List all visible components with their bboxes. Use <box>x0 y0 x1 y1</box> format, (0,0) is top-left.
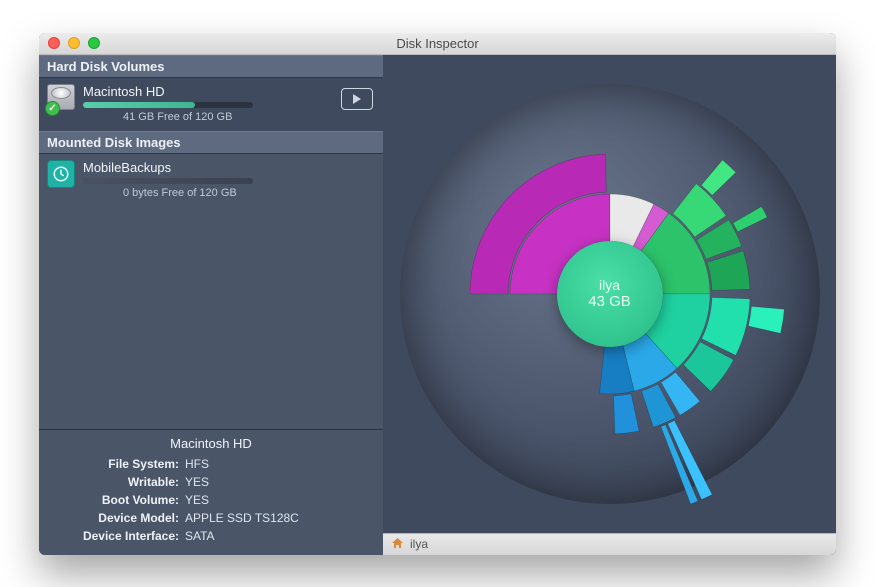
details-key: Boot Volume: <box>49 491 179 509</box>
sunburst-segment[interactable] <box>732 206 766 231</box>
details-value: YES <box>185 473 209 491</box>
verified-check-icon: ✓ <box>45 101 60 116</box>
volume-row[interactable]: ✓ Macintosh HD 41 GB Free of 120 GB <box>39 78 383 131</box>
window-title: Disk Inspector <box>39 36 836 51</box>
volume-info: MobileBackups 0 bytes Free of 120 GB <box>83 160 375 199</box>
window-body: Hard Disk Volumes ✓ Macintosh HD 41 GB F… <box>39 55 836 555</box>
sunburst-segment[interactable] <box>748 306 784 333</box>
sunburst-segment[interactable] <box>707 250 750 290</box>
volume-free-text: 0 bytes Free of 120 GB <box>83 187 375 199</box>
details-row: Device Interface: SATA <box>49 527 373 545</box>
chart-center[interactable]: ilya 43 GB <box>557 241 663 347</box>
scan-button[interactable] <box>341 88 373 110</box>
details-row: Writable: YES <box>49 473 373 491</box>
volume-name: Macintosh HD <box>83 84 375 99</box>
app-window: Disk Inspector Hard Disk Volumes ✓ Macin… <box>39 33 836 555</box>
details-key: Writable: <box>49 473 179 491</box>
main-pane: ilya 43 GB ilya <box>383 55 836 555</box>
hard-drive-icon: ✓ <box>47 84 75 114</box>
sidebar: Hard Disk Volumes ✓ Macintosh HD 41 GB F… <box>39 55 383 555</box>
details-value: SATA <box>185 527 215 545</box>
details-key: Device Interface: <box>49 527 179 545</box>
section-header-volumes: Hard Disk Volumes <box>39 55 383 78</box>
details-row: File System: HFS <box>49 455 373 473</box>
details-key: Device Model: <box>49 509 179 527</box>
path-bar[interactable]: ilya <box>383 533 836 555</box>
center-size: 43 GB <box>588 293 631 310</box>
details-row: Boot Volume: YES <box>49 491 373 509</box>
time-machine-icon <box>47 160 75 188</box>
details-row: Device Model: APPLE SSD TS128C <box>49 509 373 527</box>
volume-details: Macintosh HD File System: HFS Writable: YES… <box>39 429 383 555</box>
sunburst-segment[interactable] <box>701 159 736 194</box>
sunburst-chart[interactable]: ilya 43 GB <box>383 55 836 533</box>
volume-free-text: 41 GB Free of 120 GB <box>83 111 375 123</box>
volume-info: Macintosh HD 41 GB Free of 120 GB <box>83 84 375 123</box>
usage-bar <box>83 102 253 108</box>
details-value: YES <box>185 491 209 509</box>
section-header-images: Mounted Disk Images <box>39 131 383 154</box>
details-key: File System: <box>49 455 179 473</box>
sunburst-segment[interactable] <box>613 393 639 433</box>
volume-name: MobileBackups <box>83 160 375 175</box>
details-value: HFS <box>185 455 209 473</box>
path-segment: ilya <box>410 537 428 551</box>
play-icon <box>352 94 362 104</box>
titlebar: Disk Inspector <box>39 33 836 55</box>
center-name: ilya <box>599 277 620 293</box>
volume-row[interactable]: MobileBackups 0 bytes Free of 120 GB <box>39 154 383 207</box>
usage-bar <box>83 178 253 184</box>
details-value: APPLE SSD TS128C <box>185 509 299 527</box>
home-icon <box>391 537 404 552</box>
details-title: Macintosh HD <box>49 436 373 451</box>
